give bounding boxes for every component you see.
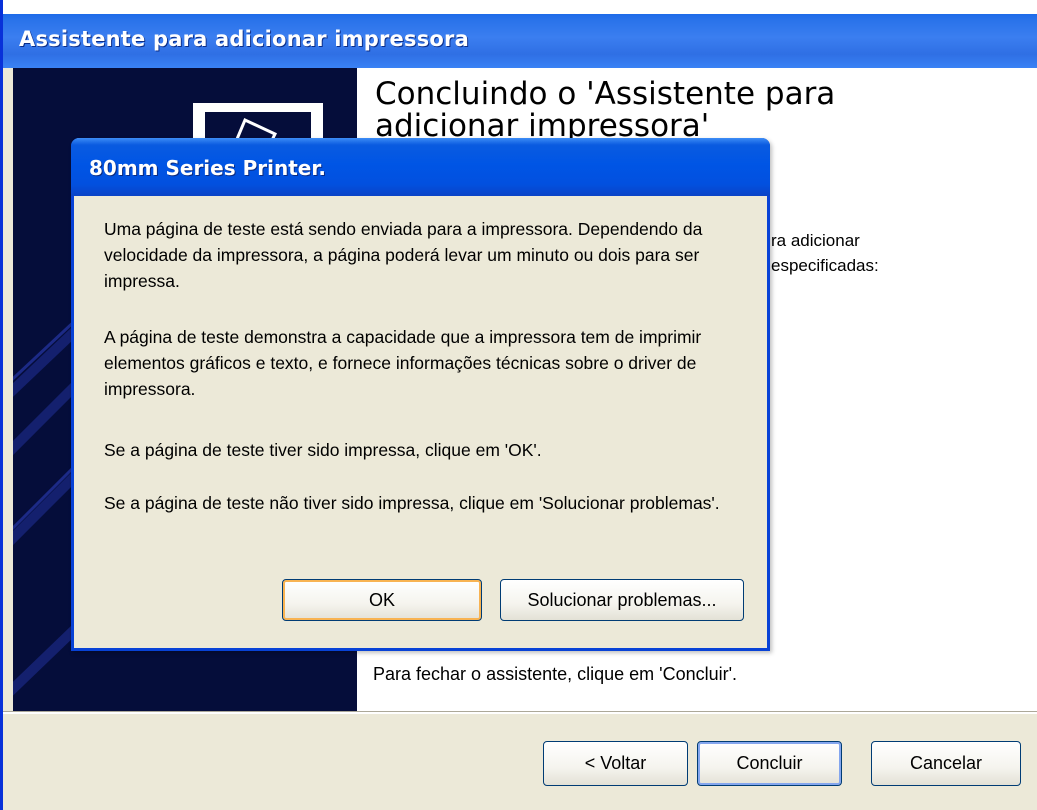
cancel-button[interactable]: Cancelar <box>871 741 1021 786</box>
test-page-dialog: 80mm Series Printer. Uma página de teste… <box>71 138 770 651</box>
titlebar-top-strip <box>3 0 1037 14</box>
wizard-heading: Concluindo o 'Assistente para adicionar … <box>375 76 836 144</box>
summary-line-2: especificadas: <box>771 256 879 275</box>
dialog-titlebar[interactable]: 80mm Series Printer. <box>71 138 770 196</box>
back-button[interactable]: < Voltar <box>543 741 688 786</box>
footer-separator <box>3 711 1037 714</box>
finish-button[interactable]: Concluir <box>697 741 842 786</box>
dialog-paragraph-4: Se a página de teste não tiver sido impr… <box>104 493 720 513</box>
dialog-paragraph-1: Uma página de teste está sendo enviada p… <box>104 219 703 291</box>
troubleshoot-button[interactable]: Solucionar problemas... <box>500 579 744 621</box>
dialog-paragraph-2: A página de teste demonstra a capacidade… <box>104 327 702 399</box>
ok-button[interactable]: OK <box>282 579 482 621</box>
close-hint-text: Para fechar o assistente, clique em 'Con… <box>373 664 738 684</box>
wizard-summary-text: ra adicionar especificadas: <box>771 228 1037 278</box>
wizard-title: Assistente para adicionar impressora <box>19 27 469 51</box>
summary-line-1: ra adicionar <box>771 231 860 250</box>
dialog-paragraph-3: Se a página de teste tiver sido impressa… <box>104 440 542 460</box>
dialog-title: 80mm Series Printer. <box>89 156 326 180</box>
wizard-titlebar[interactable]: Assistente para adicionar impressora <box>3 0 1037 68</box>
